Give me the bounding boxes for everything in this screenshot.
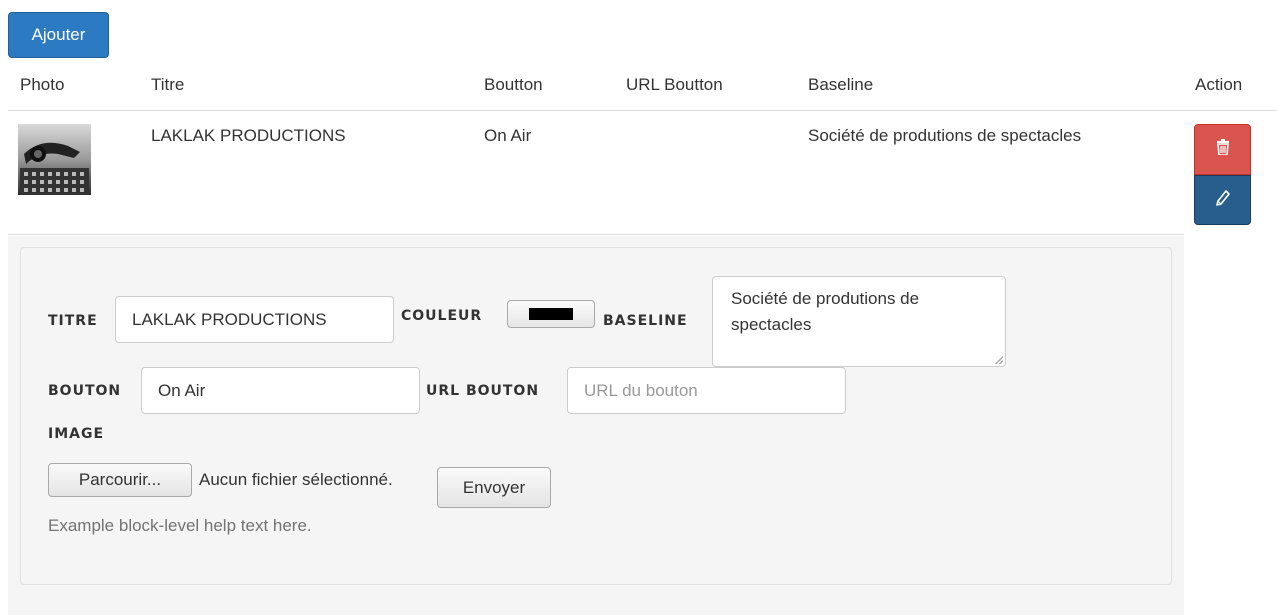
row-photo-thumbnail (18, 124, 91, 195)
column-header-url-bouton: URL Boutton (626, 75, 723, 94)
url-bouton-input[interactable]: URL du bouton (567, 367, 846, 414)
row-baseline: Société de produtions de spectacles (808, 126, 1082, 145)
resize-handle-icon[interactable] (995, 356, 1003, 364)
column-header-bouton: Boutton (484, 75, 543, 94)
trash-icon (1216, 139, 1230, 160)
baseline-textarea-value: Société de produtions de spectacles (731, 289, 920, 334)
table-header-divider (8, 110, 1277, 111)
color-swatch (529, 308, 573, 320)
column-header-titre: Titre (151, 75, 185, 94)
row-bouton: On Air (484, 126, 532, 145)
baseline-textarea[interactable]: Société de produtions de spectacles (712, 276, 1006, 367)
delete-button[interactable] (1194, 124, 1251, 175)
pencil-icon (1215, 189, 1230, 211)
bouton-label: BOUTON (48, 383, 122, 399)
file-status-text: Aucun fichier sélectionné. (199, 470, 393, 489)
column-header-photo: Photo (20, 75, 65, 94)
titre-input[interactable]: LAKLAK PRODUCTIONS (115, 296, 394, 343)
row-titre: LAKLAK PRODUCTIONS (151, 126, 346, 145)
send-button[interactable]: Envoyer (437, 467, 551, 508)
column-header-action: Action (1195, 75, 1243, 94)
image-label: IMAGE (48, 426, 105, 442)
browse-button[interactable]: Parcourir... (48, 463, 192, 497)
table-row-divider (8, 234, 1184, 235)
column-header-baseline: Baseline (808, 75, 874, 94)
edit-button[interactable] (1194, 175, 1251, 225)
couleur-label: COULEUR (401, 308, 483, 324)
color-picker-button[interactable] (507, 300, 595, 328)
help-text: Example block-level help text here. (48, 516, 312, 535)
titre-label: TITRE (48, 313, 98, 329)
url-bouton-label: URL BOUTON (426, 383, 540, 399)
page: Ajouter Photo Titre Boutton URL Boutton … (0, 0, 1277, 615)
add-button[interactable]: Ajouter (8, 12, 109, 58)
bouton-input[interactable]: On Air (141, 367, 420, 414)
baseline-label: BASELINE (603, 313, 688, 329)
